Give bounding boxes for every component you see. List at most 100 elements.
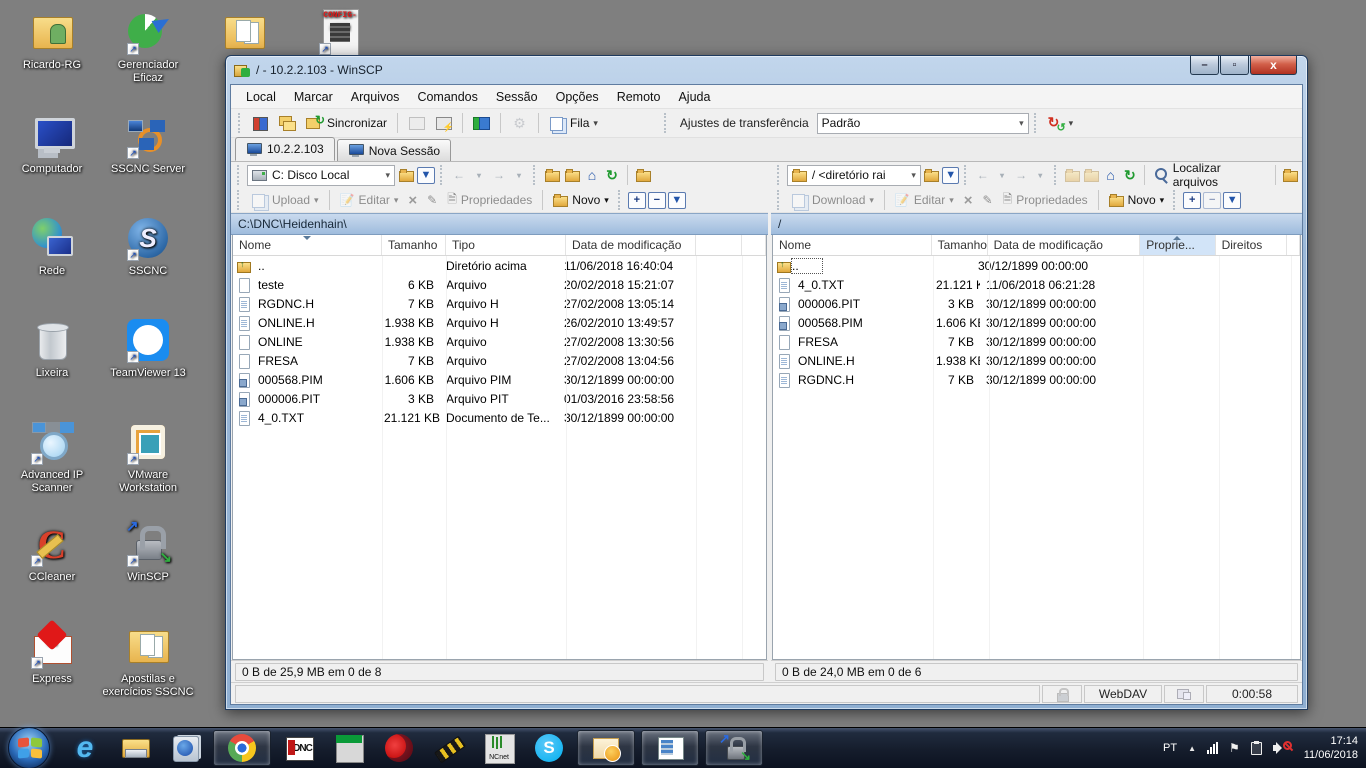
taskbar-item-chrome[interactable]: [213, 730, 271, 766]
column-header-proprie-[interactable]: Proprie...: [1140, 235, 1215, 255]
file-row-000568.PIM[interactable]: 000568.PIM1.606 KB30/12/1899 00:00:00: [773, 313, 1300, 332]
close-button[interactable]: x: [1250, 56, 1297, 75]
back-button[interactable]: ←: [974, 167, 991, 184]
menu-remoto[interactable]: Remoto: [608, 87, 670, 107]
remote-directory-combobox[interactable]: / <diretório rai ▾: [787, 165, 921, 186]
selection-filter-button[interactable]: ▼: [668, 192, 686, 209]
file-row-000006.PIT[interactable]: 000006.PIT3 KBArquivo PIT01/03/2016 23:5…: [233, 389, 766, 408]
restore-button[interactable]: ▫: [1220, 56, 1249, 75]
column-header-tipo[interactable]: Tipo: [446, 235, 566, 255]
selection-filter-button[interactable]: ▼: [1223, 192, 1241, 209]
file-row-..[interactable]: ..Diretório acima11/06/2018 16:40:04: [233, 256, 766, 275]
open-directory-button[interactable]: [923, 167, 940, 184]
upload-button[interactable]: Upload ▾: [247, 190, 323, 210]
synchronize-button[interactable]: Sincronizar: [302, 113, 391, 133]
desktop-icon-advanced-ip-scanner[interactable]: ↗Advanced IP Scanner: [6, 418, 98, 495]
edit-button[interactable]: 📝 Editar ▾: [891, 191, 958, 209]
console-button[interactable]: [404, 113, 429, 133]
preferences-button[interactable]: ⚙: [507, 113, 532, 133]
refresh-session-button[interactable]: [469, 113, 494, 133]
menu-marcar[interactable]: Marcar: [285, 87, 342, 107]
taskbar-item-ncnet[interactable]: NCnet: [477, 730, 521, 766]
volume-muted-icon[interactable]: [1273, 741, 1289, 755]
menu-comandos[interactable]: Comandos: [408, 87, 486, 107]
file-row-4_0.TXT[interactable]: 4_0.TXT21.121 KB11/06/2018 06:21:28: [773, 275, 1300, 294]
desktop-icon-vmware-workstation[interactable]: ↗VMware Workstation: [102, 418, 194, 495]
column-header-nome[interactable]: Nome: [773, 235, 932, 255]
remote-path-bar[interactable]: /: [771, 213, 1302, 235]
forward-history-button[interactable]: ▾: [1032, 167, 1049, 184]
queue-button[interactable]: Fila ▾: [545, 113, 602, 133]
desktop-icon-teamviewer-13[interactable]: ⇔↗TeamViewer 13: [102, 316, 194, 380]
file-row-000568.PIM[interactable]: 000568.PIM1.606 KBArquivo PIM30/12/1899 …: [233, 370, 766, 389]
back-button[interactable]: ←: [450, 167, 468, 184]
show-hidden-icons-button[interactable]: ▲: [1188, 744, 1196, 753]
home-directory-button[interactable]: ⌂: [583, 167, 601, 184]
file-row-ONLINE.H[interactable]: ONLINE.H1.938 KB30/12/1899 00:00:00: [773, 351, 1300, 370]
menu-arquivos[interactable]: Arquivos: [342, 87, 409, 107]
taskbar-item-windows-explorer[interactable]: [113, 730, 157, 766]
start-button[interactable]: [8, 727, 50, 768]
desktop-icon-gerenciador-eficaz[interactable]: ↗Gerenciador Eficaz: [102, 8, 194, 85]
desktop-icon-sscnc-server[interactable]: ↗SSCNC Server: [102, 112, 194, 176]
desktop-icon-sscnc[interactable]: S↗SSCNC: [102, 214, 194, 278]
desktop-icon-lixeira[interactable]: Lixeira: [6, 316, 98, 380]
column-header-empty[interactable]: [696, 235, 742, 255]
open-directory-button[interactable]: [397, 167, 415, 184]
forward-button[interactable]: →: [490, 167, 508, 184]
title-bar[interactable]: / - 10.2.2.103 - WinSCP – ▫ x: [226, 56, 1307, 83]
menu-ajuda[interactable]: Ajuda: [669, 87, 719, 107]
desktop-icon-winscp[interactable]: ↗↘↗WinSCP: [102, 520, 194, 584]
local-path-bar[interactable]: C:\DNC\Heidenhain\: [231, 213, 768, 235]
desktop-icon-computador[interactable]: Computador: [6, 112, 98, 176]
clock[interactable]: 17:14 11/06/2018: [1300, 734, 1358, 762]
menu-local[interactable]: Local: [237, 87, 285, 107]
edit-button[interactable]: 📝 Editar ▾: [336, 191, 403, 209]
properties-button[interactable]: 🗎 Propriedades: [999, 188, 1092, 213]
taskbar-item-key-tool[interactable]: [427, 730, 471, 766]
back-history-button[interactable]: ▾: [993, 167, 1010, 184]
file-row-teste[interactable]: teste6 KBArquivo20/02/2018 15:21:07: [233, 275, 766, 294]
menu-sessão[interactable]: Sessão: [487, 87, 547, 107]
desktop-icon-ricardo-rg[interactable]: Ricardo-RG: [6, 8, 98, 72]
forward-button[interactable]: →: [1013, 167, 1030, 184]
sync-browsing-button[interactable]: [275, 113, 300, 133]
action-center-icon[interactable]: ⚑: [1229, 741, 1240, 755]
unselect-button[interactable]: −: [648, 192, 666, 209]
desktop-icon-express[interactable]: H↗Express: [6, 622, 98, 686]
taskbar-item-red-app[interactable]: [377, 730, 421, 766]
taskbar-item-internet-explorer[interactable]: e: [63, 730, 107, 766]
desktop-icon-configator[interactable]: CONFIG- ATOR↗: [294, 8, 386, 59]
properties-button[interactable]: 🗎 Propriedades: [443, 188, 536, 213]
menu-opções[interactable]: Opções: [547, 87, 608, 107]
transfer-options-button[interactable]: ▾: [1044, 113, 1078, 133]
taskbar-item-heidenhain[interactable]: [327, 730, 371, 766]
parent-directory-button[interactable]: [543, 167, 561, 184]
filter-button[interactable]: ▼: [417, 167, 435, 184]
column-header-data-de-modifica-o[interactable]: Data de modificação: [988, 235, 1141, 255]
rename-button[interactable]: ✎: [423, 191, 441, 209]
refresh-button[interactable]: ↻: [1121, 167, 1138, 184]
file-row-ONLINE.H[interactable]: ONLINE.H1.938 KBArquivo H26/02/2010 13:4…: [233, 313, 766, 332]
transfer-preset-combobox[interactable]: Padrão ▾: [817, 113, 1029, 134]
network-icon[interactable]: [1207, 742, 1218, 754]
file-row-..[interactable]: ..30/12/1899 00:00:00: [773, 256, 1300, 275]
back-history-button[interactable]: ▾: [470, 167, 488, 184]
home-directory-button[interactable]: ⌂: [1102, 167, 1119, 184]
delete-button[interactable]: ×: [960, 190, 977, 211]
taskbar-item-outlook[interactable]: [577, 730, 635, 766]
find-files-button[interactable]: Localizar arquivos: [1151, 159, 1268, 191]
local-drive-combobox[interactable]: C: Disco Local ▾: [247, 165, 395, 186]
parent-directory-button[interactable]: [1064, 167, 1081, 184]
desktop-icon-apostilas-e-exerc-cios-sscnc[interactable]: Apostilas e exercícios SSCNC: [102, 622, 194, 699]
column-header-empty[interactable]: [742, 235, 766, 255]
new-button[interactable]: Novo ▾: [1105, 191, 1169, 209]
rename-button[interactable]: ✎: [979, 191, 997, 209]
tree-view-button[interactable]: [634, 167, 652, 184]
taskbar-item-winscp[interactable]: ↗↘: [705, 730, 763, 766]
root-directory-button[interactable]: [1083, 167, 1100, 184]
file-row-FRESA[interactable]: FRESA7 KB30/12/1899 00:00:00: [773, 332, 1300, 351]
root-directory-button[interactable]: [563, 167, 581, 184]
file-row-RGDNC.H[interactable]: RGDNC.H7 KB30/12/1899 00:00:00: [773, 370, 1300, 389]
file-row-FRESA[interactable]: FRESA7 KBArquivo27/02/2008 13:04:56: [233, 351, 766, 370]
